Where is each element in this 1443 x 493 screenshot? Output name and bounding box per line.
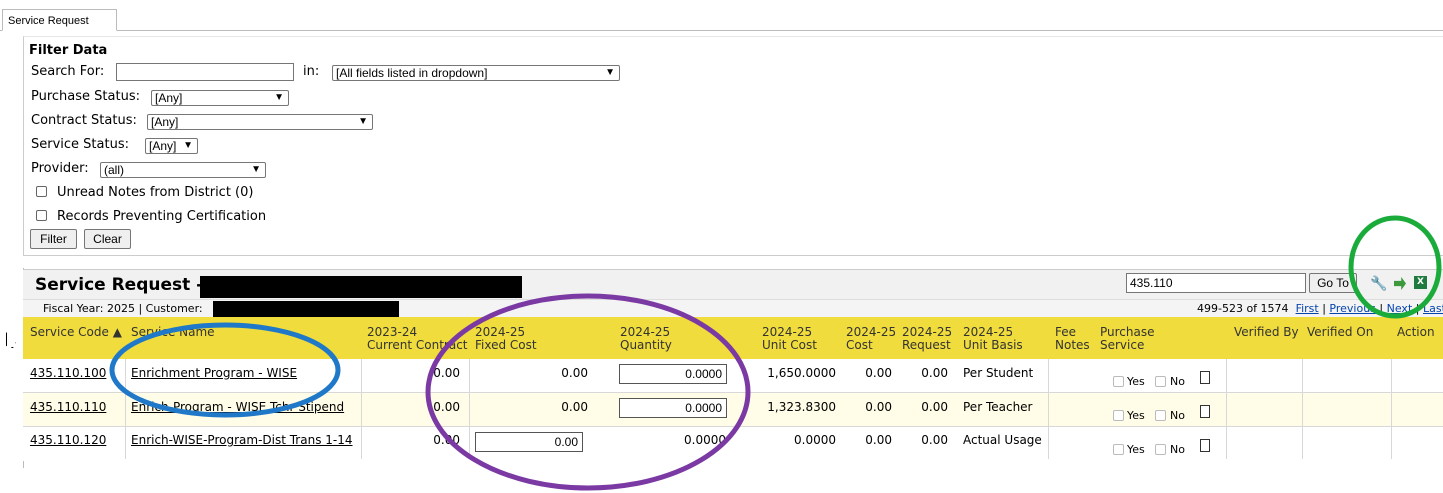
tab-service-request[interactable]: Service Request	[2, 9, 117, 31]
annotation-ellipse-green	[1348, 215, 1442, 319]
annotation-overlay	[109, 215, 1442, 491]
annotation-ellipse-purple	[425, 293, 751, 491]
annotation-ellipse-blue	[109, 322, 341, 418]
